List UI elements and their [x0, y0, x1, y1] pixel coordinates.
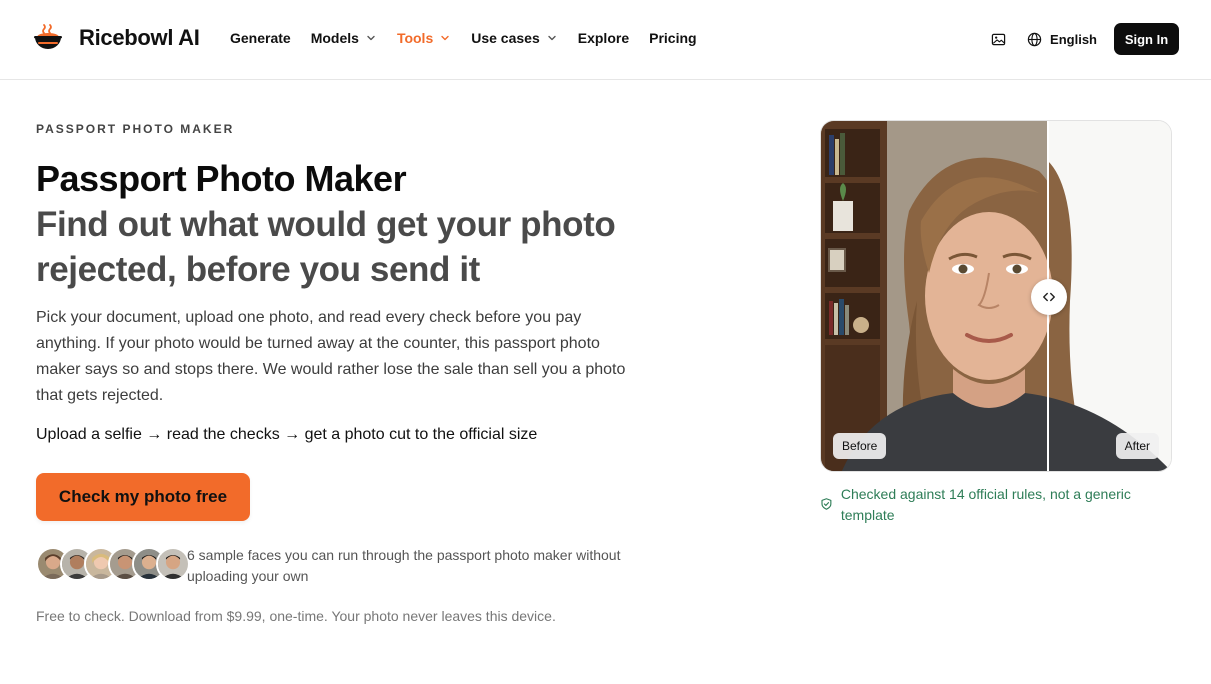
shield-check-icon — [821, 498, 832, 510]
page-subtitle: Find out what would get your photo rejec… — [36, 205, 616, 289]
language-label: English — [1050, 31, 1097, 47]
check-photo-button[interactable]: Check my photo free — [36, 473, 250, 521]
eyebrow-label: PASSPORT PHOTO MAKER — [36, 122, 235, 136]
nav-explore-label: Explore — [577, 30, 630, 46]
globe-icon — [1027, 32, 1042, 46]
pricing-fineprint: Free to check. Download from $9.99, one-… — [36, 608, 556, 624]
comparison-photo — [821, 121, 1171, 471]
sample-faces — [36, 547, 196, 583]
site-header: Ricebowl AI Generate Models Tools Use ca… — [0, 0, 1211, 80]
chevrons-left-right-icon — [1043, 292, 1055, 302]
nav-models-label: Models — [310, 30, 359, 46]
chevron-down-icon — [546, 32, 558, 44]
process-flow: Upload a selfie → read the checks → get … — [36, 426, 538, 443]
brand-name: Ricebowl AI — [79, 25, 200, 50]
nav-models[interactable]: Models — [311, 30, 377, 46]
brand-logo[interactable]: Ricebowl AI — [32, 22, 200, 54]
nav-generate[interactable]: Generate — [230, 30, 291, 46]
verification-text: Checked against 14 official rules, not a… — [840, 486, 1131, 523]
rice-bowl-icon — [34, 24, 62, 49]
nav-pricing[interactable]: Pricing — [649, 30, 696, 46]
sample-faces-caption: 6 sample faces you can run through the p… — [187, 547, 621, 584]
chevron-down-icon — [365, 32, 377, 44]
nav-use-cases[interactable]: Use cases — [471, 30, 558, 46]
nav-pricing-label: Pricing — [649, 30, 697, 46]
nav-generate-label: Generate — [230, 30, 291, 46]
nav-use-cases-label: Use cases — [471, 30, 540, 46]
header-actions: English Sign In — [983, 23, 1179, 55]
verification-note: Checked against 14 official rules, not a… — [820, 484, 1160, 526]
after-tag: After — [1115, 433, 1159, 459]
hero-description: Pick your document, upload one photo, an… — [36, 309, 626, 404]
comparison-slider-handle[interactable] — [1031, 279, 1067, 315]
before-tag: Before — [833, 433, 887, 459]
sign-in-button[interactable]: Sign In — [1114, 23, 1179, 55]
main-nav: Generate Models Tools Use cases Explore … — [230, 30, 717, 46]
image-icon — [991, 33, 1005, 45]
before-after-comparison[interactable]: Before After — [820, 120, 1172, 472]
image-button[interactable] — [983, 23, 1013, 55]
sample-face-6[interactable] — [156, 547, 190, 581]
nav-tools-label: Tools — [396, 30, 434, 46]
page-title: Passport Photo Maker — [36, 158, 407, 199]
chevron-down-icon — [439, 32, 451, 44]
language-selector[interactable]: English — [1027, 32, 1097, 47]
nav-tools[interactable]: Tools — [397, 30, 451, 46]
nav-explore[interactable]: Explore — [578, 30, 629, 46]
